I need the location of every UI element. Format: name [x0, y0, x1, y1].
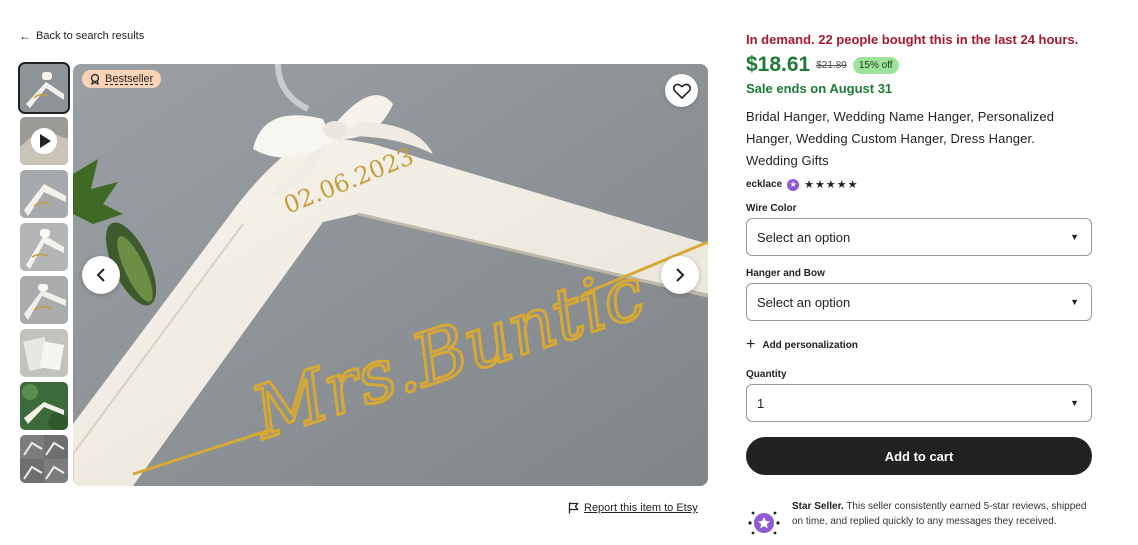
- thumbnail-2-video[interactable]: [20, 117, 68, 165]
- product-details: In demand. 22 people bought this in the …: [746, 32, 1092, 475]
- current-price: $18.61: [746, 53, 811, 76]
- star-seller-icon: [748, 511, 780, 535]
- caret-down-icon: ▼: [1070, 232, 1079, 242]
- thumbnail-image: [20, 435, 68, 483]
- thumbnail-image: [20, 170, 68, 218]
- hanger-bow-value: Select an option: [757, 294, 851, 310]
- heart-icon: [672, 83, 691, 99]
- thumbnail-image: [20, 117, 68, 165]
- bestseller-badge[interactable]: Bestseller: [82, 70, 162, 88]
- report-item-link[interactable]: Report this item to Etsy: [568, 502, 698, 514]
- star-seller-text: Star Seller. This seller consistently ea…: [792, 499, 1096, 541]
- add-to-cart-label: Add to cart: [884, 448, 954, 464]
- thumbnail-image: [20, 223, 68, 271]
- thumbnail-image: [20, 329, 68, 377]
- thumbnail-8[interactable]: [20, 435, 68, 483]
- wire-color-value: Select an option: [757, 229, 851, 245]
- chevron-left-icon: [96, 268, 105, 282]
- add-to-cart-button[interactable]: Add to cart: [746, 437, 1092, 475]
- back-to-search-link[interactable]: ← Back to search results: [19, 30, 144, 42]
- arrow-left-icon: ←: [19, 29, 31, 43]
- thumbnail-5[interactable]: [20, 276, 68, 324]
- thumbnail-image: [20, 64, 68, 112]
- back-link-label: Back to search results: [36, 30, 145, 42]
- discount-badge: 15% off: [852, 56, 899, 74]
- hanger-photo: 02.06.2023 Mrs.Buntic: [73, 64, 708, 486]
- thumbnail-list: [18, 62, 70, 488]
- product-title: Bridal Hanger, Wedding Name Hanger, Pers…: [746, 109, 1055, 168]
- add-personalization-button[interactable]: + Add personalization: [746, 336, 1092, 353]
- thumbnail-3[interactable]: [20, 170, 68, 218]
- thumbnail-6[interactable]: [20, 329, 68, 377]
- quantity-value: 1: [757, 395, 765, 411]
- plus-icon: +: [746, 336, 756, 353]
- add-personalization-label: Add personalization: [762, 339, 858, 351]
- thumbnail-7[interactable]: [20, 382, 68, 430]
- thumbnail-image: [20, 382, 68, 430]
- quantity-select[interactable]: 1 ▼: [746, 384, 1092, 422]
- sale-ends-text: Sale ends on August 31: [746, 81, 893, 96]
- main-product-image: 02.06.2023 Mrs.Buntic Bestseller: [73, 64, 708, 486]
- bestseller-label: Bestseller: [105, 73, 154, 85]
- star-seller-info: Star Seller. This seller consistently ea…: [746, 499, 1096, 541]
- price-row: $18.61 $21.89 15% off: [746, 53, 1092, 77]
- hanger-bow-select[interactable]: Select an option ▼: [746, 283, 1092, 321]
- seller-row: ecklace ★ ★★★★★: [746, 178, 1092, 191]
- chevron-right-icon: [676, 268, 685, 282]
- report-label: Report this item to Etsy: [584, 502, 698, 514]
- previous-image-button[interactable]: [82, 256, 120, 294]
- award-icon: [90, 73, 100, 85]
- hanger-bow-label: Hanger and Bow: [746, 268, 825, 279]
- original-price: $21.89: [816, 59, 847, 71]
- seller-name-link[interactable]: ecklace: [746, 179, 782, 190]
- thumbnail-image: [20, 276, 68, 324]
- demand-notice: In demand. 22 people bought this in the …: [746, 32, 1079, 47]
- next-image-button[interactable]: [661, 256, 699, 294]
- flag-icon: [568, 502, 579, 514]
- wire-color-label: Wire Color: [746, 203, 797, 214]
- star-seller-badge-icon: ★: [787, 178, 800, 191]
- caret-down-icon: ▼: [1070, 297, 1079, 307]
- quantity-label: Quantity: [746, 369, 787, 380]
- wire-color-select[interactable]: Select an option ▼: [746, 218, 1092, 256]
- star-seller-title: Star Seller.: [792, 501, 844, 512]
- caret-down-icon: ▼: [1070, 398, 1079, 408]
- rating-stars[interactable]: ★★★★★: [804, 178, 858, 191]
- thumbnail-4[interactable]: [20, 223, 68, 271]
- favorite-button[interactable]: [665, 74, 698, 107]
- thumbnail-1[interactable]: [18, 62, 70, 114]
